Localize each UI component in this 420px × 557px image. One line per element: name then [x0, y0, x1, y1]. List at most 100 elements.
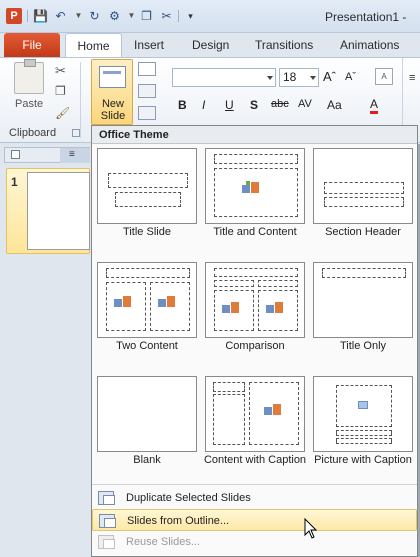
tab-animations[interactable]: Animations	[328, 33, 411, 57]
placeholder	[324, 197, 404, 207]
layout-label: Picture with Caption	[314, 454, 412, 466]
gallery-header: Office Theme	[92, 126, 417, 144]
bold-button[interactable]: B	[178, 98, 187, 112]
font-size-value: 18	[283, 70, 297, 84]
layout-thumbnail	[313, 376, 413, 452]
copy-ribbon-icon[interactable]: ❐	[55, 84, 66, 98]
placeholder	[258, 280, 298, 287]
bullets-icon[interactable]: ≡	[409, 72, 415, 84]
placeholder	[106, 268, 190, 278]
paste-button-label[interactable]: Paste	[15, 98, 43, 110]
format-painter-icon[interactable]: 🖌	[55, 106, 70, 120]
font-size-combo[interactable]: 18	[279, 68, 319, 87]
copy-icon[interactable]: ❐	[139, 9, 154, 23]
placeholder	[214, 154, 298, 164]
placeholder	[213, 394, 245, 445]
layout-icon[interactable]	[138, 62, 156, 76]
content-icon	[266, 301, 284, 315]
layout-label: Content with Caption	[203, 454, 307, 466]
title-bar: P 💾 ↶ ▼ ↻ ⚙ ▼ ❐ ✂ ▾ Presentation1 -	[0, 0, 420, 33]
tab-home[interactable]: Home	[65, 33, 122, 58]
change-case-button[interactable]: Aa	[327, 98, 342, 112]
layout-label: Title and Content	[213, 226, 297, 238]
reset-icon[interactable]	[138, 84, 156, 98]
layout-thumbnail	[205, 262, 305, 338]
tab-transitions[interactable]: Transitions	[243, 33, 325, 57]
divider	[27, 10, 28, 22]
section-icon[interactable]	[138, 106, 156, 120]
strikethrough-button[interactable]: abc	[271, 98, 289, 110]
layout-label: Comparison	[225, 340, 285, 352]
powerpoint-app-icon[interactable]: P	[6, 8, 22, 24]
save-icon[interactable]: 💾	[33, 9, 48, 23]
italic-button[interactable]: I	[202, 98, 205, 112]
shrink-font-icon[interactable]: Aˇ	[345, 71, 356, 83]
reuse-slides-icon	[98, 535, 115, 549]
placeholder	[322, 268, 406, 278]
redo-icon[interactable]: ↻	[87, 9, 102, 23]
menu-item-label: Duplicate Selected Slides	[126, 492, 251, 504]
new-slide-label: New Slide	[100, 98, 126, 122]
font-name-combo[interactable]	[172, 68, 276, 87]
mouse-cursor-icon	[304, 518, 318, 539]
new-slide-button[interactable]: New Slide	[91, 59, 133, 125]
slide-thumbnail[interactable]	[27, 172, 90, 250]
character-spacing-button[interactable]: AV	[298, 98, 312, 110]
tab-file[interactable]: File	[4, 33, 60, 57]
layout-thumbnail	[205, 376, 305, 452]
placeholder	[336, 430, 392, 436]
dialog-launcher-icon[interactable]	[72, 129, 80, 137]
chevron-down-icon	[267, 76, 273, 80]
outline-tab[interactable]: ≡	[60, 148, 90, 163]
placeholder	[336, 438, 392, 444]
duplicate-selected-slides-item[interactable]: Duplicate Selected Slides	[92, 487, 417, 509]
outline-icon: ≡	[69, 149, 75, 160]
customize-quick-access-icon[interactable]: ▾	[183, 9, 198, 23]
duplicate-slides-icon	[98, 491, 115, 505]
chevron-down-icon	[310, 76, 316, 80]
repeat-dropdown-icon[interactable]: ▼	[124, 9, 139, 23]
clipboard-group-label: Clipboard	[9, 127, 57, 139]
slides-tab-icon[interactable]	[11, 150, 20, 159]
reuse-slides-item[interactable]: Reuse Slides...	[92, 531, 417, 553]
undo-dropdown-icon[interactable]: ▼	[71, 9, 86, 23]
placeholder	[214, 268, 298, 277]
placeholder	[115, 192, 181, 207]
content-icon	[222, 301, 240, 315]
placeholder	[213, 382, 245, 392]
slides-from-outline-item[interactable]: Slides from Outline...	[92, 509, 417, 531]
clear-formatting-icon[interactable]: A	[375, 68, 393, 85]
font-color-button[interactable]: A	[370, 98, 379, 114]
window-title: Presentation1 -	[325, 10, 407, 24]
paste-icon[interactable]	[14, 59, 44, 94]
repeat-icon[interactable]: ⚙	[107, 9, 122, 23]
picture-icon	[358, 401, 368, 409]
tab-insert[interactable]: Insert	[122, 33, 176, 57]
content-icon	[158, 295, 176, 309]
placeholder	[324, 182, 404, 194]
layout-thumbnail	[205, 148, 305, 224]
content-icon	[264, 403, 282, 417]
content-icon	[242, 181, 260, 195]
placeholder	[214, 280, 254, 287]
slides-from-outline-icon	[99, 514, 116, 528]
placeholder	[108, 173, 188, 188]
layout-thumbnail	[313, 262, 413, 338]
layout-label: Title Only	[339, 340, 387, 352]
undo-icon[interactable]: ↶	[53, 9, 68, 23]
layout-label: Two Content	[116, 340, 178, 352]
layout-label: Section Header	[325, 226, 401, 238]
cut-icon[interactable]: ✂	[159, 9, 174, 23]
underline-button[interactable]: U	[225, 98, 234, 112]
slide-number: 1	[11, 175, 18, 189]
layout-thumbnail	[97, 148, 197, 224]
content-icon	[114, 295, 132, 309]
layout-thumbnail	[97, 262, 197, 338]
divider	[80, 62, 81, 138]
layout-label: Title Slide	[123, 226, 171, 238]
tab-design[interactable]: Design	[180, 33, 241, 57]
cut-ribbon-icon[interactable]: ✂	[55, 63, 66, 79]
shadow-button[interactable]: S	[250, 98, 258, 112]
grow-font-icon[interactable]: Aˆ	[323, 69, 336, 84]
menu-item-label: Slides from Outline...	[127, 515, 230, 527]
